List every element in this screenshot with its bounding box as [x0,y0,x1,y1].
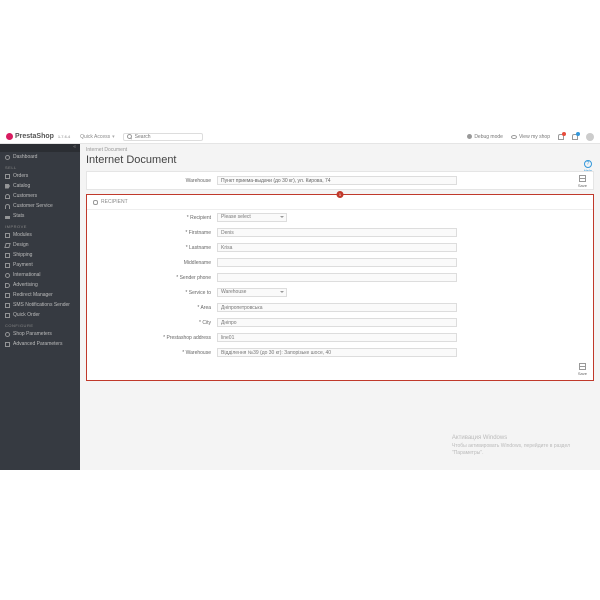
city-input[interactable] [217,318,457,327]
firstname-input[interactable] [217,228,457,237]
msg-badge [576,132,580,136]
sidebar-section-improve: IMPROVE [0,221,80,230]
sidebar-section-sell: SELL [0,162,80,171]
panel-warehouse-input[interactable] [217,348,457,357]
error-badge: 1 [337,191,344,198]
puzzle-icon [5,233,10,238]
sidebar-section-configure: CONFIGURE [0,320,80,329]
brush-icon [4,243,10,248]
sidebar-item-customers[interactable]: Customers [0,191,80,201]
sidebar-item-customer-service[interactable]: Customer Service [0,201,80,211]
file-icon [5,174,10,179]
save-icon [579,363,586,370]
warehouse-input[interactable]: Пункт приема-выдачи (до 30 кг), ул. Киро… [217,176,457,185]
truck-icon [5,253,10,258]
save-button-bottom[interactable]: Save [578,363,587,376]
area-label: Area [200,305,211,311]
recipient-select[interactable]: Please select [217,213,287,222]
windows-watermark: Активация Windows Чтобы активировать Win… [452,435,570,456]
stats-icon [5,216,10,219]
sms-icon [5,303,10,308]
brand: PrestaShop 1.7.6.4 [6,133,70,140]
breadcrumb: Internet Document [80,144,600,153]
link-icon [93,200,98,205]
bug-icon [467,134,472,139]
sidebar-item-orders[interactable]: Orders [0,171,80,181]
firstname-label: Firstname [189,230,211,236]
sidebar-item-dashboard[interactable]: Dashboard [0,152,80,162]
middlename-input[interactable] [217,258,457,267]
area-input[interactable] [217,303,457,312]
sidebar-item-shipping[interactable]: Shipping [0,250,80,260]
search-wrap [123,133,203,141]
lastname-input[interactable] [217,243,457,252]
notif-badge [562,132,566,136]
sidebar-collapse-button[interactable]: « [0,144,80,152]
card-icon [5,263,10,268]
debug-mode-toggle[interactable]: Debug mode [467,134,503,140]
avatar[interactable] [586,133,594,141]
psaddress-label: Prestashop address [167,335,211,341]
sidebar-item-shop-parameters[interactable]: Shop Parameters [0,329,80,339]
senderphone-label: Sender phone [180,275,211,281]
headset-icon [5,204,10,209]
sidebar-item-stats[interactable]: Stats [0,211,80,221]
city-label: City [202,320,211,326]
search-icon [127,134,132,139]
page-title: Internet Document [80,153,600,171]
sidebar: « Dashboard SELL Orders Catalog Customer… [0,144,80,470]
search-input[interactable] [135,134,195,140]
lastname-label: Lastname [189,245,211,251]
quick-access-menu[interactable]: Quick Access [80,134,110,140]
sidebar-item-international[interactable]: International [0,270,80,280]
brand-version: 1.7.6.4 [58,134,70,139]
bullhorn-icon [5,283,10,288]
recipient-label: Recipient [190,215,211,221]
main: Internet Document Internet Document ? He… [80,144,600,470]
globe-icon [5,273,10,278]
redirect-icon [5,293,10,298]
save-button-top[interactable]: Save [578,175,587,188]
topbar: PrestaShop 1.7.6.4 Quick Access ▾ Debug … [0,130,600,144]
sidebar-item-advertising[interactable]: Advertising [0,280,80,290]
sidebar-item-redirect-manager[interactable]: Redirect Manager [0,290,80,300]
middlename-label: Middlename [184,260,211,266]
messages-button[interactable] [572,134,578,140]
gauge-icon [5,155,10,160]
serviceto-label: Service to [189,290,211,296]
sidebar-item-advanced-parameters[interactable]: Advanced Parameters [0,339,80,349]
tag-icon [5,184,10,189]
sidebar-item-catalog[interactable]: Catalog [0,181,80,191]
help-icon: ? [584,160,592,168]
warehouse-label: Warehouse [87,178,217,184]
user-icon [5,194,10,199]
sidebar-item-sms[interactable]: SMS Notifications Sender [0,300,80,310]
sidebar-item-payment[interactable]: Payment [0,260,80,270]
sidebar-item-design[interactable]: Design [0,240,80,250]
quick-order-icon [5,313,10,318]
save-icon [579,175,586,182]
psaddress-input[interactable] [217,333,457,342]
serviceto-select[interactable]: Warehouse [217,288,287,297]
brand-name: PrestaShop [15,133,54,140]
senderphone-input[interactable] [217,273,457,282]
notifications-button[interactable] [558,134,564,140]
chevron-down-icon: ▾ [112,134,115,140]
panel-warehouse-label: Warehouse [186,350,211,356]
sidebar-item-quick-order[interactable]: Quick Order [0,310,80,320]
view-shop-link[interactable]: View my shop [511,134,550,140]
eye-icon [511,135,517,139]
warehouse-strip: Warehouse Пункт приема-выдачи (до 30 кг)… [86,171,594,190]
sidebar-item-modules[interactable]: Modules [0,230,80,240]
wrench-icon [5,342,10,347]
recipient-panel: 1 RECIPIENT Recipient Please select Firs… [86,194,594,381]
brand-logo-icon [6,133,13,140]
gear-icon [5,332,10,337]
